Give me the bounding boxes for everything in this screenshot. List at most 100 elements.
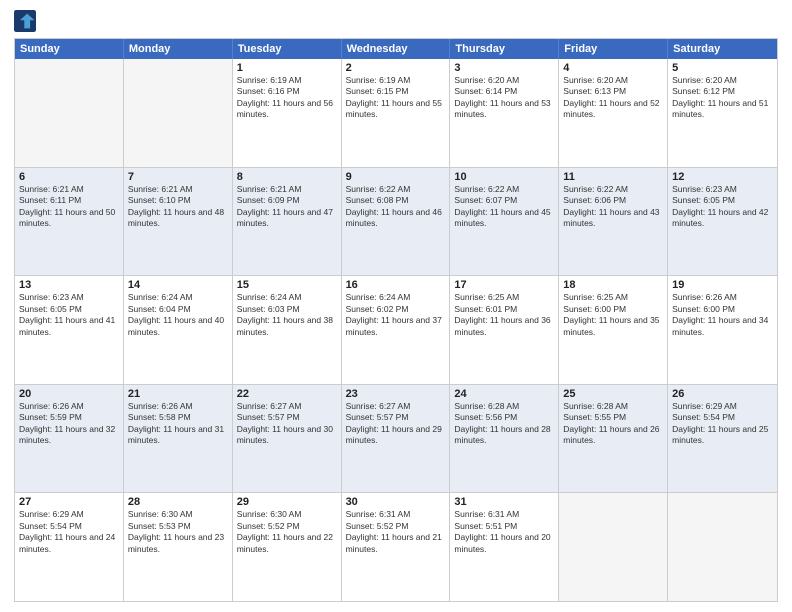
day-info: Sunrise: 6:20 AM Sunset: 6:13 PM Dayligh… — [563, 75, 663, 121]
calendar-header: SundayMondayTuesdayWednesdayThursdayFrid… — [15, 39, 777, 59]
day-number: 6 — [19, 171, 119, 183]
day-number: 10 — [454, 171, 554, 183]
day-number: 17 — [454, 279, 554, 291]
day-info: Sunrise: 6:29 AM Sunset: 5:54 PM Dayligh… — [672, 401, 773, 447]
day-info: Sunrise: 6:24 AM Sunset: 6:04 PM Dayligh… — [128, 292, 228, 338]
day-info: Sunrise: 6:31 AM Sunset: 5:51 PM Dayligh… — [454, 509, 554, 555]
cal-week-3: 13Sunrise: 6:23 AM Sunset: 6:05 PM Dayli… — [15, 275, 777, 384]
cal-cell-day-11: 11Sunrise: 6:22 AM Sunset: 6:06 PM Dayli… — [559, 168, 668, 276]
day-info: Sunrise: 6:22 AM Sunset: 6:08 PM Dayligh… — [346, 184, 446, 230]
header-day-sunday: Sunday — [15, 39, 124, 59]
day-info: Sunrise: 6:20 AM Sunset: 6:12 PM Dayligh… — [672, 75, 773, 121]
cal-cell-empty — [15, 59, 124, 167]
cal-cell-day-31: 31Sunrise: 6:31 AM Sunset: 5:51 PM Dayli… — [450, 493, 559, 601]
day-info: Sunrise: 6:23 AM Sunset: 6:05 PM Dayligh… — [672, 184, 773, 230]
cal-cell-empty — [559, 493, 668, 601]
day-info: Sunrise: 6:26 AM Sunset: 5:58 PM Dayligh… — [128, 401, 228, 447]
day-number: 31 — [454, 496, 554, 508]
cal-cell-day-26: 26Sunrise: 6:29 AM Sunset: 5:54 PM Dayli… — [668, 385, 777, 493]
cal-cell-day-28: 28Sunrise: 6:30 AM Sunset: 5:53 PM Dayli… — [124, 493, 233, 601]
day-info: Sunrise: 6:26 AM Sunset: 6:00 PM Dayligh… — [672, 292, 773, 338]
day-info: Sunrise: 6:24 AM Sunset: 6:02 PM Dayligh… — [346, 292, 446, 338]
day-info: Sunrise: 6:24 AM Sunset: 6:03 PM Dayligh… — [237, 292, 337, 338]
cal-week-4: 20Sunrise: 6:26 AM Sunset: 5:59 PM Dayli… — [15, 384, 777, 493]
cal-cell-day-22: 22Sunrise: 6:27 AM Sunset: 5:57 PM Dayli… — [233, 385, 342, 493]
day-number: 16 — [346, 279, 446, 291]
page: SundayMondayTuesdayWednesdayThursdayFrid… — [0, 0, 792, 612]
day-info: Sunrise: 6:22 AM Sunset: 6:06 PM Dayligh… — [563, 184, 663, 230]
cal-cell-day-30: 30Sunrise: 6:31 AM Sunset: 5:52 PM Dayli… — [342, 493, 451, 601]
day-number: 30 — [346, 496, 446, 508]
cal-cell-day-3: 3Sunrise: 6:20 AM Sunset: 6:14 PM Daylig… — [450, 59, 559, 167]
day-number: 22 — [237, 388, 337, 400]
header-day-friday: Friday — [559, 39, 668, 59]
cal-cell-day-9: 9Sunrise: 6:22 AM Sunset: 6:08 PM Daylig… — [342, 168, 451, 276]
day-number: 28 — [128, 496, 228, 508]
cal-week-1: 1Sunrise: 6:19 AM Sunset: 6:16 PM Daylig… — [15, 59, 777, 167]
cal-cell-day-19: 19Sunrise: 6:26 AM Sunset: 6:00 PM Dayli… — [668, 276, 777, 384]
header-day-tuesday: Tuesday — [233, 39, 342, 59]
day-number: 15 — [237, 279, 337, 291]
logo-icon — [14, 10, 36, 32]
header-day-thursday: Thursday — [450, 39, 559, 59]
day-info: Sunrise: 6:25 AM Sunset: 6:01 PM Dayligh… — [454, 292, 554, 338]
cal-cell-day-4: 4Sunrise: 6:20 AM Sunset: 6:13 PM Daylig… — [559, 59, 668, 167]
cal-cell-day-25: 25Sunrise: 6:28 AM Sunset: 5:55 PM Dayli… — [559, 385, 668, 493]
day-info: Sunrise: 6:21 AM Sunset: 6:10 PM Dayligh… — [128, 184, 228, 230]
day-info: Sunrise: 6:30 AM Sunset: 5:53 PM Dayligh… — [128, 509, 228, 555]
day-info: Sunrise: 6:26 AM Sunset: 5:59 PM Dayligh… — [19, 401, 119, 447]
header-day-saturday: Saturday — [668, 39, 777, 59]
day-number: 4 — [563, 62, 663, 74]
day-info: Sunrise: 6:27 AM Sunset: 5:57 PM Dayligh… — [346, 401, 446, 447]
cal-cell-empty — [124, 59, 233, 167]
day-number: 26 — [672, 388, 773, 400]
header-day-wednesday: Wednesday — [342, 39, 451, 59]
cal-cell-day-18: 18Sunrise: 6:25 AM Sunset: 6:00 PM Dayli… — [559, 276, 668, 384]
day-number: 27 — [19, 496, 119, 508]
day-info: Sunrise: 6:28 AM Sunset: 5:56 PM Dayligh… — [454, 401, 554, 447]
day-number: 18 — [563, 279, 663, 291]
day-number: 2 — [346, 62, 446, 74]
cal-cell-day-20: 20Sunrise: 6:26 AM Sunset: 5:59 PM Dayli… — [15, 385, 124, 493]
day-info: Sunrise: 6:31 AM Sunset: 5:52 PM Dayligh… — [346, 509, 446, 555]
day-number: 14 — [128, 279, 228, 291]
day-number: 8 — [237, 171, 337, 183]
cal-week-5: 27Sunrise: 6:29 AM Sunset: 5:54 PM Dayli… — [15, 492, 777, 601]
day-number: 12 — [672, 171, 773, 183]
day-info: Sunrise: 6:19 AM Sunset: 6:16 PM Dayligh… — [237, 75, 337, 121]
header — [14, 10, 778, 32]
day-number: 24 — [454, 388, 554, 400]
day-number: 7 — [128, 171, 228, 183]
cal-cell-empty — [668, 493, 777, 601]
cal-cell-day-21: 21Sunrise: 6:26 AM Sunset: 5:58 PM Dayli… — [124, 385, 233, 493]
calendar-body: 1Sunrise: 6:19 AM Sunset: 6:16 PM Daylig… — [15, 59, 777, 601]
day-number: 1 — [237, 62, 337, 74]
cal-cell-day-7: 7Sunrise: 6:21 AM Sunset: 6:10 PM Daylig… — [124, 168, 233, 276]
cal-cell-day-27: 27Sunrise: 6:29 AM Sunset: 5:54 PM Dayli… — [15, 493, 124, 601]
cal-cell-day-17: 17Sunrise: 6:25 AM Sunset: 6:01 PM Dayli… — [450, 276, 559, 384]
day-info: Sunrise: 6:25 AM Sunset: 6:00 PM Dayligh… — [563, 292, 663, 338]
day-info: Sunrise: 6:29 AM Sunset: 5:54 PM Dayligh… — [19, 509, 119, 555]
cal-cell-day-1: 1Sunrise: 6:19 AM Sunset: 6:16 PM Daylig… — [233, 59, 342, 167]
day-number: 19 — [672, 279, 773, 291]
day-number: 13 — [19, 279, 119, 291]
cal-cell-day-8: 8Sunrise: 6:21 AM Sunset: 6:09 PM Daylig… — [233, 168, 342, 276]
day-number: 11 — [563, 171, 663, 183]
cal-cell-day-14: 14Sunrise: 6:24 AM Sunset: 6:04 PM Dayli… — [124, 276, 233, 384]
day-number: 20 — [19, 388, 119, 400]
cal-cell-day-16: 16Sunrise: 6:24 AM Sunset: 6:02 PM Dayli… — [342, 276, 451, 384]
cal-week-2: 6Sunrise: 6:21 AM Sunset: 6:11 PM Daylig… — [15, 167, 777, 276]
day-info: Sunrise: 6:20 AM Sunset: 6:14 PM Dayligh… — [454, 75, 554, 121]
day-number: 21 — [128, 388, 228, 400]
day-info: Sunrise: 6:27 AM Sunset: 5:57 PM Dayligh… — [237, 401, 337, 447]
day-number: 23 — [346, 388, 446, 400]
logo — [14, 10, 40, 32]
day-info: Sunrise: 6:30 AM Sunset: 5:52 PM Dayligh… — [237, 509, 337, 555]
day-info: Sunrise: 6:19 AM Sunset: 6:15 PM Dayligh… — [346, 75, 446, 121]
day-number: 29 — [237, 496, 337, 508]
cal-cell-day-10: 10Sunrise: 6:22 AM Sunset: 6:07 PM Dayli… — [450, 168, 559, 276]
calendar: SundayMondayTuesdayWednesdayThursdayFrid… — [14, 38, 778, 602]
cal-cell-day-29: 29Sunrise: 6:30 AM Sunset: 5:52 PM Dayli… — [233, 493, 342, 601]
cal-cell-day-13: 13Sunrise: 6:23 AM Sunset: 6:05 PM Dayli… — [15, 276, 124, 384]
day-info: Sunrise: 6:21 AM Sunset: 6:09 PM Dayligh… — [237, 184, 337, 230]
